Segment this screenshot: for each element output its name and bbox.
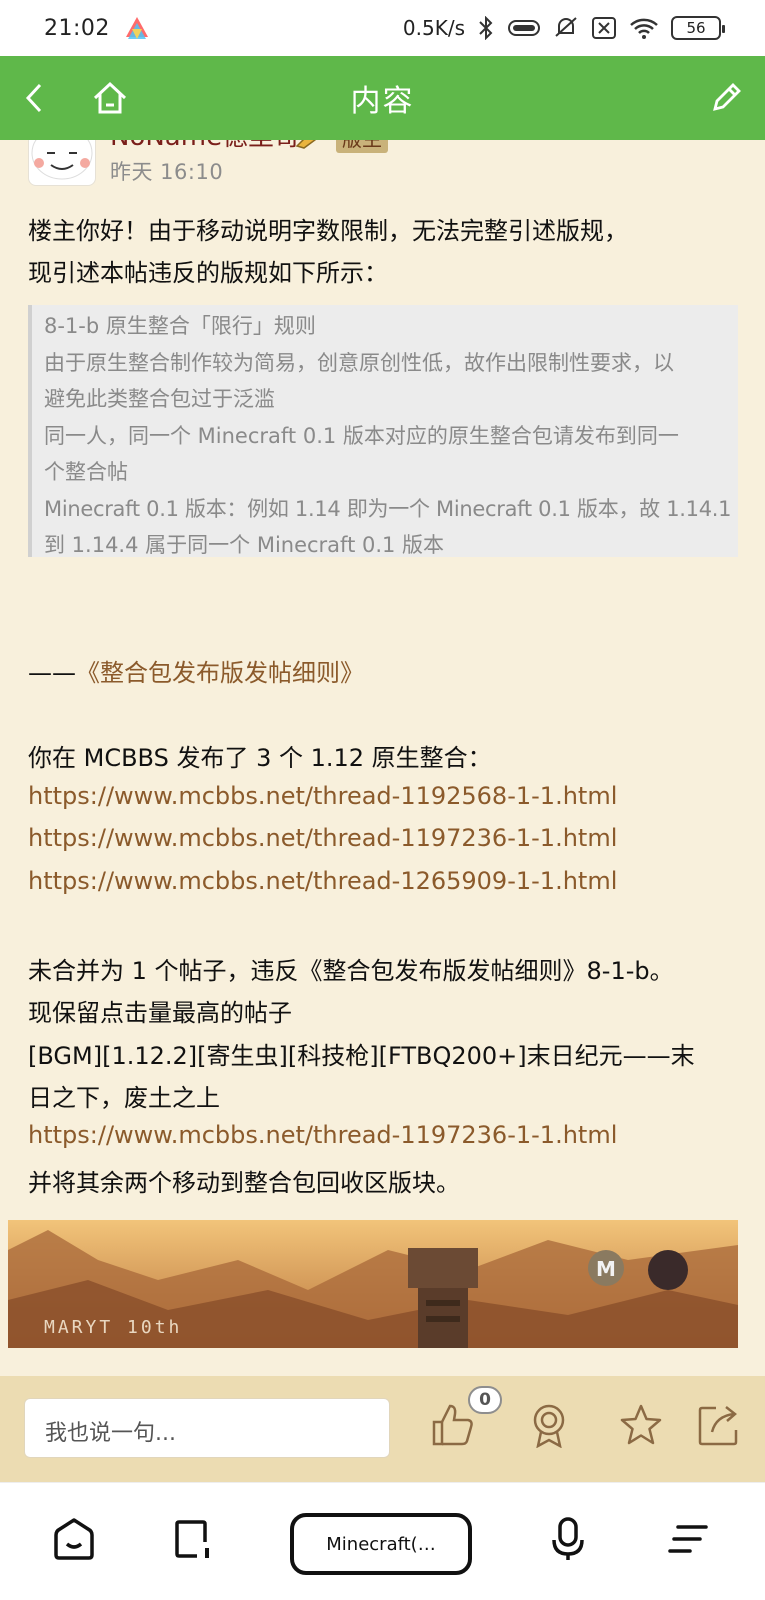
battery-icon: 56	[671, 16, 725, 40]
thread-link-2[interactable]: https://www.mcbbs.net/thread-1197236-1-1…	[28, 824, 748, 852]
menu-icon	[668, 1525, 708, 1553]
kept-title-line-1: [BGM][1.12.2][寄生虫][科技枪][FTBQ200+]末日纪元——末	[28, 1042, 695, 1070]
network-speed: 0.5K/s	[402, 16, 465, 40]
home-button[interactable]	[88, 76, 132, 120]
bluetooth-icon	[479, 16, 493, 40]
rule-quote: 8-1-b 原生整合「限行」规则 由于原生整合制作较为简易，创意原创性低，故作出…	[28, 305, 738, 557]
nav-home-button[interactable]	[50, 1515, 98, 1563]
app-logo-icon	[125, 17, 148, 39]
edit-pencil-icon	[713, 83, 741, 111]
svg-text:M: M	[596, 1257, 616, 1281]
author-name[interactable]: NoName德里哥	[110, 140, 300, 153]
voice-button[interactable]	[544, 1515, 592, 1563]
post-time: 昨天 16:10	[110, 160, 224, 184]
keep-line: 现保留点击量最高的帖子	[28, 999, 292, 1027]
quote-line: 8-1-b 原生整合「限行」规则	[44, 314, 316, 338]
quote-line: 到 1.14.4 属于同一个 Minecraft 0.1 版本	[44, 533, 445, 557]
author-row: NoName德里哥 版主 昨天 16:10	[28, 140, 738, 196]
vibrate-icon	[508, 20, 540, 36]
tabs-button[interactable]	[168, 1515, 216, 1563]
role-badge: 版主	[336, 140, 388, 153]
banner-caption: MARYT 10th	[44, 1317, 183, 1338]
edit-button[interactable]	[704, 76, 748, 120]
final-line: 并将其余两个移动到整合包回收区版块。	[28, 1169, 460, 1197]
post-intro: 楼主你好！由于移动说明字数限制，无法完整引述版规， 现引述本帖违反的版规如下所示…	[28, 210, 738, 294]
mute-icon	[555, 17, 577, 37]
avatar-face-icon	[31, 140, 93, 180]
comment-bar: 我也说一句... 0	[0, 1376, 765, 1482]
back-arrow-icon	[25, 83, 42, 113]
quote-line: 避免此类整合包过于泛滥	[44, 387, 275, 411]
browser-nav-bar: Minecraft(…	[0, 1482, 765, 1600]
status-bar: 21:02 0.5K/s 56	[0, 0, 765, 56]
award-icon[interactable]	[526, 1402, 572, 1448]
url-label: Minecraft(…	[326, 1533, 436, 1555]
share-icon[interactable]	[696, 1402, 742, 1448]
intro-line-2: 现引述本帖违反的版规如下所示：	[28, 259, 388, 287]
status-right: 0.5K/s 56	[402, 15, 725, 41]
rule-source-line: ——《整合包发布版发帖细则》	[28, 653, 748, 688]
tabs-icon	[175, 1520, 209, 1558]
thumbs-up-icon[interactable]	[430, 1402, 476, 1448]
quote-line: 由于原生整合制作较为简易，创意原创性低，故作出限制性要求，以	[44, 350, 674, 375]
sim-x-icon	[592, 17, 616, 39]
avatar[interactable]	[28, 140, 96, 186]
battery-level: 56	[686, 19, 706, 37]
back-button[interactable]	[12, 76, 56, 120]
url-tab-pill[interactable]: Minecraft(…	[290, 1513, 472, 1575]
like-count-badge: 0	[468, 1386, 502, 1414]
published-line: 你在 MCBBS 发布了 3 个 1.12 原生整合：	[28, 744, 492, 772]
kept-title-line-2: 日之下，废土之上	[28, 1084, 220, 1112]
intro-line-1: 楼主你好！由于移动说明字数限制，无法完整引述版规，	[28, 217, 628, 245]
microphone-icon	[552, 1517, 584, 1560]
thread-link-1[interactable]: https://www.mcbbs.net/thread-1192568-1-1…	[28, 782, 748, 810]
signature-banner[interactable]: M MARYT 10th	[8, 1220, 738, 1348]
status-time: 21:02	[44, 15, 110, 41]
home-icon	[54, 1518, 94, 1560]
source-dash: ——	[28, 659, 76, 687]
quote-line: 个整合帖	[44, 460, 128, 484]
violation-line: 未合并为 1 个帖子，违反《整合包发布版发帖细则》8-1-b。	[28, 957, 674, 985]
rule-source-link[interactable]: 《整合包发布版发帖细则》	[76, 659, 364, 687]
kept-thread-link[interactable]: https://www.mcbbs.net/thread-1197236-1-1…	[28, 1121, 748, 1149]
quote-line: 同一人，同一个 Minecraft 0.1 版本对应的原生整合包请发布到同一	[44, 423, 679, 448]
star-icon[interactable]	[618, 1402, 664, 1448]
quote-line: Minecraft 0.1 版本：例如 1.14 即为一个 Minecraft …	[44, 496, 732, 521]
app-header: 内容	[0, 56, 765, 140]
thread-link-3[interactable]: https://www.mcbbs.net/thread-1265909-1-1…	[28, 867, 748, 895]
menu-button[interactable]	[664, 1515, 712, 1563]
comment-input[interactable]: 我也说一句...	[24, 1398, 390, 1458]
post-content: NoName德里哥 版主 昨天 16:10 楼主你好！由于移动说明字数限制，无法…	[0, 140, 765, 1376]
home-icon	[93, 81, 127, 114]
wifi-icon	[630, 18, 658, 39]
pencil-badge-icon	[295, 140, 317, 149]
